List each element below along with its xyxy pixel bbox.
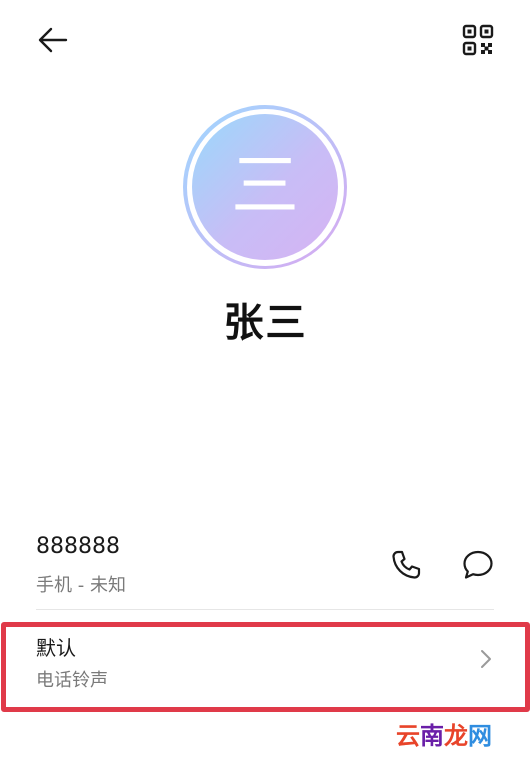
avatar[interactable]: 三 (192, 114, 338, 260)
back-button[interactable] (34, 22, 72, 58)
watermark: 云南龙网 (396, 716, 492, 751)
watermark-char: 网 (468, 722, 492, 750)
watermark-char: 云 (396, 722, 420, 750)
divider (36, 609, 494, 610)
highlight-box (1, 622, 530, 712)
message-button[interactable] (458, 545, 498, 585)
message-bubble-icon (463, 550, 493, 579)
qr-code-icon (462, 24, 494, 56)
phone-number[interactable]: 888888 (36, 534, 120, 559)
phone-icon (392, 550, 421, 579)
arrow-left-icon (38, 27, 68, 53)
avatar-initial: 三 (230, 147, 299, 226)
call-button[interactable] (386, 545, 426, 585)
phone-type-label: 手机 - 未知 (36, 575, 126, 596)
watermark-char: 南 (420, 722, 444, 750)
watermark-char: 龙 (444, 722, 468, 750)
avatar-ring: 三 (183, 105, 347, 269)
qr-code-button[interactable] (458, 20, 498, 60)
contact-name: 张三 (223, 300, 308, 346)
avatar-gap: 三 (186, 108, 344, 266)
